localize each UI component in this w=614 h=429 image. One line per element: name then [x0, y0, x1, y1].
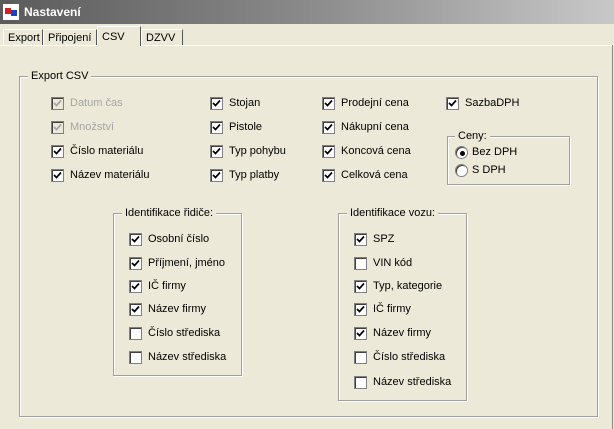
checkbox-label: Koncová cena — [341, 145, 411, 157]
checkmark-icon — [53, 147, 62, 155]
driver-id-legend: Identifikace řidiče: — [122, 206, 217, 220]
checkmark-icon — [356, 235, 365, 243]
checkbox-label: Datum čas — [70, 97, 123, 109]
checkbox-box[interactable] — [354, 257, 367, 270]
checkbox-label: IČ firmy — [148, 280, 186, 292]
checkmark-icon — [212, 123, 221, 131]
checkbox-box[interactable] — [354, 376, 367, 389]
tab-pripojeni[interactable]: Připojení — [43, 29, 97, 45]
radio-label: S DPH — [472, 164, 506, 176]
checkbox-label: Typ pohybu — [229, 145, 286, 157]
checkbox-box[interactable] — [322, 145, 335, 158]
radio-circle[interactable] — [455, 146, 468, 159]
checkbox-label: Název střediska — [373, 376, 452, 388]
checkbox-box[interactable] — [51, 169, 64, 182]
tab-dzvv[interactable]: DZVV — [141, 29, 183, 45]
checkbox-label: Název materiálu — [70, 169, 150, 181]
checkbox-box[interactable] — [210, 97, 223, 110]
ceny-group: Ceny: — [447, 129, 570, 185]
checkbox-box[interactable] — [354, 233, 367, 246]
checkbox-label: Příjmení, jméno — [148, 257, 226, 269]
checkbox-box[interactable] — [51, 145, 64, 158]
checkmark-icon — [53, 99, 62, 107]
checkmark-icon — [324, 171, 333, 179]
checkbox-label: Typ platby — [229, 169, 280, 181]
checkmark-icon — [131, 235, 140, 243]
app-icon — [3, 4, 19, 20]
checkbox-label: Typ, kategorie — [373, 280, 443, 292]
tab-csv[interactable]: CSV — [97, 26, 141, 46]
checkbox-box[interactable] — [129, 351, 142, 364]
checkbox-box[interactable] — [129, 327, 142, 340]
checkbox-box[interactable] — [129, 257, 142, 270]
checkbox-box[interactable] — [322, 169, 335, 182]
checkbox-label: IČ firmy — [373, 303, 411, 315]
checkbox-box[interactable] — [210, 121, 223, 134]
checkbox-box[interactable] — [51, 97, 64, 110]
checkmark-icon — [212, 147, 221, 155]
checkmark-icon — [53, 123, 62, 131]
radio-circle[interactable] — [455, 164, 468, 177]
title-bar: Nastavení — [0, 0, 614, 24]
checkmark-icon — [131, 282, 140, 290]
tab-export[interactable]: Export — [3, 29, 43, 45]
checkmark-icon — [324, 147, 333, 155]
checkbox-label: Číslo materiálu — [70, 145, 144, 157]
checkbox-label: Název firmy — [373, 327, 432, 339]
checkbox-box[interactable] — [210, 169, 223, 182]
checkbox-box[interactable] — [354, 351, 367, 364]
checkbox-box[interactable] — [322, 121, 335, 134]
checkbox-box[interactable] — [129, 280, 142, 293]
checkbox-label: Název střediska — [148, 351, 227, 363]
checkbox-box[interactable] — [51, 121, 64, 134]
checkbox-box[interactable] — [446, 97, 459, 110]
panel-edge — [612, 45, 613, 429]
checkbox-box[interactable] — [129, 233, 142, 246]
checkbox-label: Číslo střediska — [148, 327, 221, 339]
checkmark-icon — [324, 123, 333, 131]
checkmark-icon — [53, 171, 62, 179]
checkbox-label: Stojan — [229, 97, 261, 109]
checkbox-box[interactable] — [129, 303, 142, 316]
checkbox-label: SazbaDPH — [465, 97, 520, 109]
checkbox-label: Číslo střediska — [373, 351, 446, 363]
tab-divider — [0, 45, 614, 46]
checkmark-icon — [448, 99, 457, 107]
export-csv-legend: Export CSV — [28, 69, 92, 83]
radio-dot-icon — [460, 151, 465, 156]
checkbox-label: Nákupní cena — [341, 121, 409, 133]
checkmark-icon — [131, 305, 140, 313]
window-title: Nastavení — [24, 5, 81, 19]
checkbox-box[interactable] — [354, 327, 367, 340]
ceny-legend: Ceny: — [455, 129, 490, 143]
checkmark-icon — [212, 99, 221, 107]
vehicle-id-legend: Identifikace vozu: — [347, 206, 438, 220]
checkbox-label: SPZ — [373, 233, 395, 245]
tab-bar: Export Připojení CSV DZVV — [0, 24, 614, 46]
checkbox-label: Celková cena — [341, 169, 408, 181]
checkbox-box[interactable] — [354, 280, 367, 293]
checkbox-label: Pistole — [229, 121, 263, 133]
radio-label: Bez DPH — [472, 146, 518, 158]
checkbox-label: Prodejní cena — [341, 97, 409, 109]
checkmark-icon — [356, 305, 365, 313]
checkbox-label: VIN kód — [373, 257, 413, 269]
checkmark-icon — [212, 171, 221, 179]
checkbox-box[interactable] — [322, 97, 335, 110]
checkbox-label: Název firmy — [148, 303, 207, 315]
checkmark-icon — [324, 99, 333, 107]
checkmark-icon — [356, 282, 365, 290]
checkbox-box[interactable] — [210, 145, 223, 158]
checkmark-icon — [131, 259, 140, 267]
checkbox-box[interactable] — [354, 303, 367, 316]
checkbox-label: Osobní číslo — [148, 233, 210, 245]
checkbox-label: Množství — [70, 121, 115, 133]
checkmark-icon — [356, 329, 365, 337]
